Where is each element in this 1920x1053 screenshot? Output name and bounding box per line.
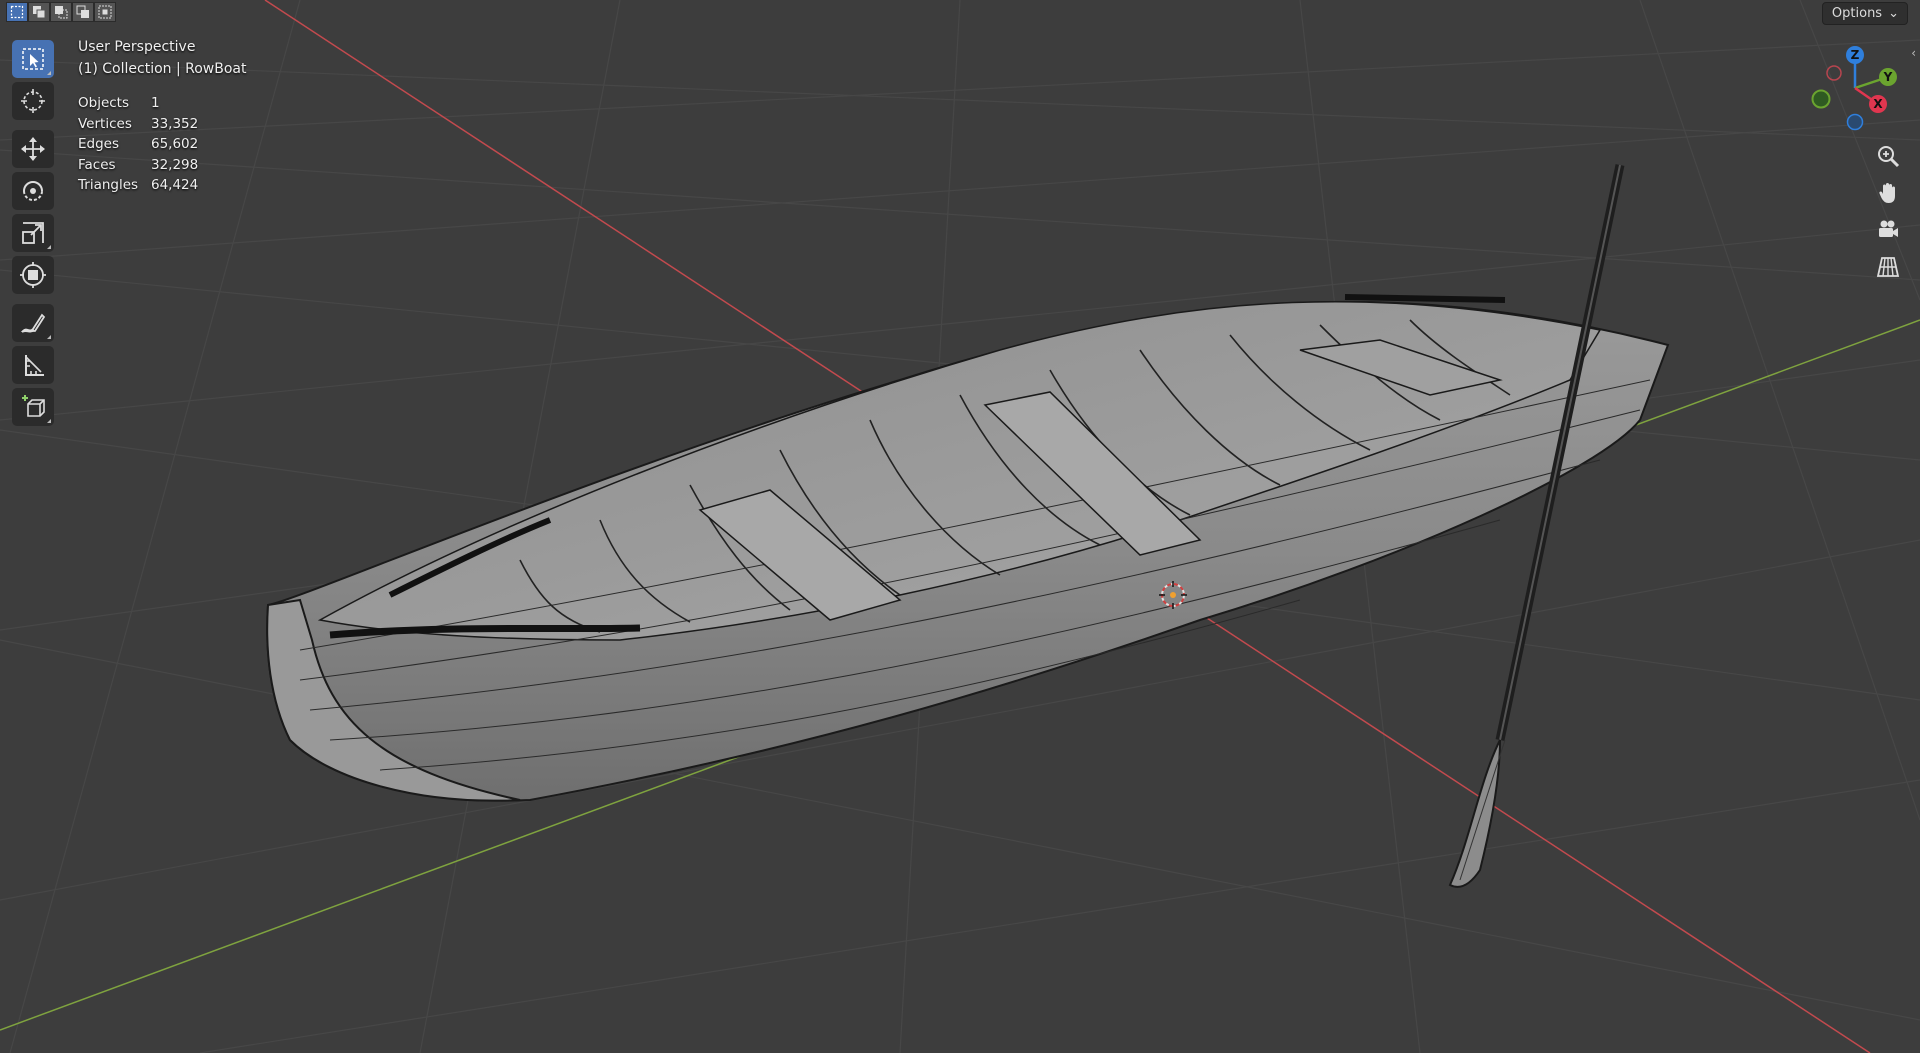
zoom-button[interactable] xyxy=(1872,140,1904,172)
stat-value: 1 xyxy=(151,95,160,111)
gizmo-neg-x[interactable] xyxy=(1826,65,1842,81)
move-tool[interactable] xyxy=(12,130,54,168)
gizmo-neg-y[interactable] xyxy=(1811,89,1831,109)
measure-tool[interactable] xyxy=(12,346,54,384)
rotate-icon xyxy=(23,181,43,201)
measure-icon xyxy=(25,355,44,376)
gizmo-z-label: Z xyxy=(1851,48,1860,62)
stat-value: 65,602 xyxy=(151,136,199,153)
zoom-icon xyxy=(1878,146,1900,168)
3d-viewport[interactable] xyxy=(0,0,1920,1053)
stat-label: Edges xyxy=(78,136,120,153)
navigation-gizmo[interactable]: Z Y X xyxy=(1805,38,1905,138)
gizmo-neg-z[interactable] xyxy=(1846,113,1864,131)
select-box-tool[interactable] xyxy=(12,40,54,78)
scale-icon xyxy=(22,222,44,244)
transform-icon xyxy=(20,262,46,288)
scale-tool[interactable] xyxy=(12,214,54,252)
options-dropdown[interactable]: Options ⌄ xyxy=(1821,2,1908,25)
pan-button[interactable] xyxy=(1872,177,1904,209)
add-cube-tool[interactable] xyxy=(12,388,54,426)
options-label: Options xyxy=(1831,6,1883,21)
collapse-sidebar-icon[interactable]: ‹ xyxy=(1911,46,1916,60)
select-new-button[interactable] xyxy=(6,2,28,22)
stat-label: Objects xyxy=(78,95,130,111)
stat-row: Triangles 64,424 xyxy=(78,175,198,196)
navigation-buttons xyxy=(1872,140,1904,288)
cursor-tool[interactable] xyxy=(12,82,54,120)
stat-label: Vertices xyxy=(78,115,132,132)
camera-view-button[interactable] xyxy=(1872,214,1904,246)
cursor-icon xyxy=(21,89,45,113)
select-subtract-button[interactable] xyxy=(50,2,72,22)
chevron-down-icon: ⌄ xyxy=(1888,6,1899,21)
rotate-tool[interactable] xyxy=(12,172,54,210)
stat-label: Triangles xyxy=(78,177,139,194)
viewport-info: User Perspective (1) Collection | RowBoa… xyxy=(78,36,247,80)
select-invert-button[interactable] xyxy=(72,2,94,22)
perspective-toggle-button[interactable] xyxy=(1872,251,1904,283)
camera-icon xyxy=(1879,220,1898,237)
select-mode-bar xyxy=(6,2,116,22)
stat-label: Faces xyxy=(78,156,116,173)
stat-row: Objects 1 xyxy=(78,93,198,114)
select-extend-button[interactable] xyxy=(28,2,50,22)
move-icon xyxy=(21,137,45,161)
transform-tool[interactable] xyxy=(12,256,54,294)
gizmo-x-label: X xyxy=(1873,97,1883,111)
tool-shelf xyxy=(12,40,56,430)
rowboat-mesh[interactable] xyxy=(266,294,1670,802)
pan-hand-icon xyxy=(1879,183,1895,203)
grid-perspective-icon xyxy=(1876,257,1900,277)
stat-row: Faces 32,298 xyxy=(78,155,198,176)
stat-value: 32,298 xyxy=(151,156,199,173)
scene-statistics: Objects 1 Vertices 33,352 Edges 65,602 Face… xyxy=(78,93,198,196)
stat-row: Edges 65,602 xyxy=(78,134,198,155)
stat-value: 33,352 xyxy=(151,115,199,132)
select-intersect-button[interactable] xyxy=(94,2,116,22)
stat-value: 64,424 xyxy=(151,177,199,194)
view-name: User Perspective xyxy=(78,39,196,55)
annotate-tool[interactable] xyxy=(12,304,54,342)
gizmo-y-label: Y xyxy=(1883,70,1893,84)
select-box-icon xyxy=(22,48,44,70)
stat-row: Vertices 33,352 xyxy=(78,114,198,135)
oar-mesh[interactable] xyxy=(1448,164,1625,888)
add-cube-icon xyxy=(22,395,45,417)
collection-line: (1) Collection | RowBoat xyxy=(78,61,247,77)
annotate-icon xyxy=(20,313,46,333)
